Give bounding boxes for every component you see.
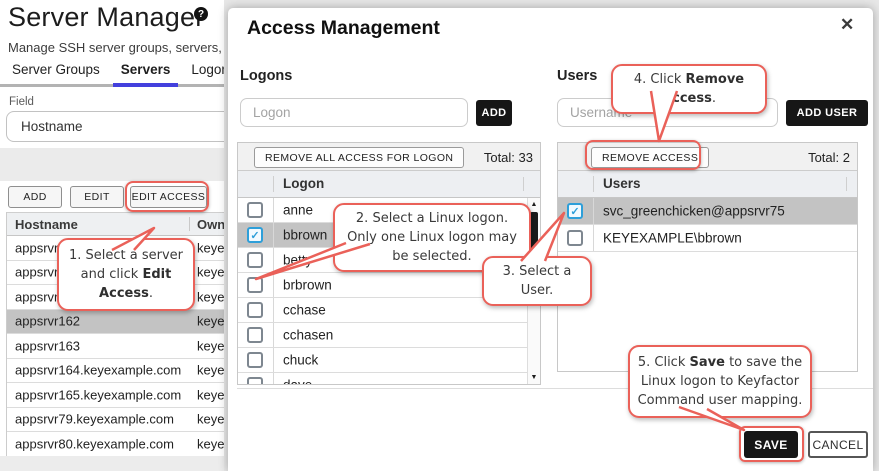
tab-label: Servers — [121, 62, 171, 77]
edit-button[interactable]: EDIT — [70, 186, 124, 208]
tab-servers[interactable]: Servers — [119, 62, 173, 84]
page-subtitle: Manage SSH server groups, servers, a — [8, 40, 233, 55]
remove-all-access-button[interactable]: REMOVE ALL ACCESS FOR LOGON — [254, 147, 464, 168]
list-item-label: KEYEXAMPLE\bbrown — [603, 231, 742, 246]
owner-cell: keye — [197, 436, 224, 451]
field-label: Field — [9, 96, 34, 108]
users-heading: Users — [557, 68, 597, 84]
table-footer-strip — [0, 456, 228, 471]
checkbox[interactable] — [247, 327, 263, 343]
list-item-label: bbrown — [283, 228, 327, 243]
callout-step-4: 4. Click Remove Access. — [611, 64, 767, 114]
dialog-title: Access Management — [247, 17, 440, 40]
users-column-label: Users — [603, 176, 641, 191]
users-column-header: Users — [558, 171, 857, 198]
owner-cell: keye — [197, 314, 224, 329]
save-button[interactable]: SAVE — [744, 431, 798, 458]
list-item-label: chuck — [283, 353, 318, 368]
logons-list-toolbar: REMOVE ALL ACCESS FOR LOGON Total: 33 — [238, 143, 540, 171]
logons-heading: Logons — [240, 68, 292, 84]
scroll-up-icon[interactable]: ▲ — [528, 201, 540, 208]
owner-cell: keye — [197, 412, 224, 427]
checkbox[interactable]: ✓ — [567, 203, 583, 219]
hostname-cell: appsrvr163 — [15, 338, 80, 353]
scrollbar-thumb[interactable] — [530, 212, 538, 258]
help-icon[interactable]: ? — [194, 7, 208, 21]
list-item-label: cchase — [283, 303, 326, 318]
checkbox[interactable] — [567, 230, 583, 246]
list-item-label: cchasen — [283, 328, 333, 343]
logons-column-header: Logon — [238, 171, 540, 198]
list-item-label: anne — [283, 203, 313, 218]
cancel-button[interactable]: CANCEL — [808, 431, 868, 458]
callout-step-3: 3. Select a User. — [482, 256, 592, 306]
callout-step-1: 1. Select a server and click Edit Access… — [57, 238, 195, 311]
tab-server-groups[interactable]: Server Groups — [10, 62, 102, 84]
checkbox[interactable] — [247, 252, 263, 268]
logons-total: Total: 33 — [484, 150, 533, 165]
checkbox[interactable]: ✓ — [247, 227, 263, 243]
list-item-label: betty — [283, 253, 312, 268]
owner-cell: keye — [197, 387, 224, 402]
owner-cell: keye — [197, 338, 224, 353]
list-item-label: svc_greenchicken@appsrvr75 — [603, 204, 785, 219]
page-title: Server Manager — [8, 2, 204, 33]
list-item[interactable]: dave — [238, 373, 527, 384]
users-total: Total: 2 — [808, 150, 850, 165]
callout-step-5: 5. Click Save to save the Linux logon to… — [628, 345, 812, 418]
list-item-label: brbrown — [283, 278, 332, 293]
owner-cell: keye — [197, 363, 224, 378]
list-item[interactable]: chuck — [238, 348, 527, 373]
hostname-cell: appsrvr80.keyexample.com — [15, 436, 174, 451]
add-button[interactable]: ADD — [8, 186, 62, 208]
owner-cell: keye — [197, 289, 224, 304]
close-icon[interactable]: ✕ — [840, 15, 854, 35]
screen: Server Manager ? Manage SSH server group… — [0, 0, 879, 471]
users-list-toolbar: REMOVE ACCESS Total: 2 — [558, 143, 857, 171]
checkbox[interactable] — [247, 277, 263, 293]
scroll-down-icon[interactable]: ▼ — [528, 374, 540, 381]
checkbox[interactable] — [247, 302, 263, 318]
tab-label: Server Groups — [12, 62, 100, 77]
column-hostname: Hostname — [15, 217, 78, 232]
checkbox[interactable] — [247, 377, 263, 384]
checkbox[interactable] — [247, 202, 263, 218]
checkbox[interactable] — [247, 352, 263, 368]
owner-cell: keye — [197, 265, 224, 280]
logons-column-label: Logon — [283, 176, 324, 191]
add-user-button[interactable]: ADD USER — [786, 100, 868, 126]
hostname-cell: appsrvr164.keyexample.com — [15, 363, 181, 378]
remove-access-button[interactable]: REMOVE ACCESS — [591, 147, 709, 168]
hostname-cell: appsrvr79.keyexample.com — [15, 412, 174, 427]
list-item[interactable]: KEYEXAMPLE\bbrown — [558, 225, 857, 252]
hostname-cell: appsrvr165.keyexample.com — [15, 387, 181, 402]
list-item-label: dave — [283, 378, 312, 385]
list-item[interactable]: ✓ svc_greenchicken@appsrvr75 — [558, 198, 857, 225]
users-list: REMOVE ACCESS Total: 2 Users ✓ svc_green… — [557, 142, 858, 372]
add-logon-button[interactable]: ADD — [476, 100, 512, 126]
edit-access-button[interactable]: EDIT ACCESS — [130, 186, 207, 208]
owner-cell: keye — [197, 240, 224, 255]
logon-input[interactable] — [240, 98, 468, 127]
hostname-cell: appsrvr162 — [15, 314, 80, 329]
list-item[interactable]: cchasen — [238, 323, 527, 348]
